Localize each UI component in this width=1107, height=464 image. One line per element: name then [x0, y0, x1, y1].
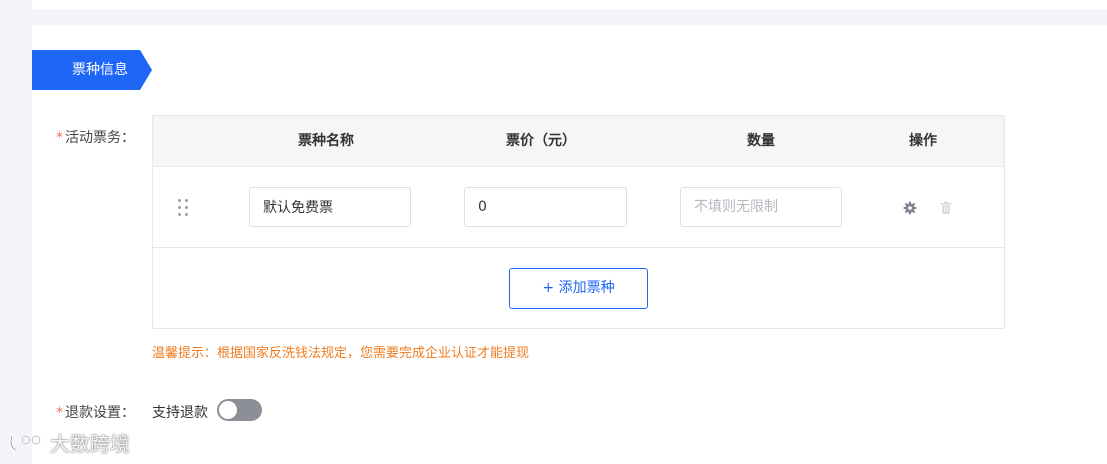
watermark-logo-icon: [9, 434, 42, 451]
support-refund-label: 支持退款: [152, 405, 208, 421]
toggle-knob: [219, 401, 237, 419]
column-header-quantity: 数量: [747, 133, 775, 149]
required-mark: *: [56, 130, 63, 146]
refund-form-label: * 退款设置：: [56, 402, 135, 422]
ticket-quantity-input[interactable]: [680, 187, 842, 227]
refund-toggle[interactable]: [217, 399, 262, 421]
column-header-price: 票价（元）: [506, 133, 576, 149]
table-header: 票种名称 票价（元） 数量 操作: [153, 116, 1004, 167]
refund-label-text: 退款设置：: [65, 405, 135, 421]
ticket-name-input[interactable]: [249, 187, 411, 227]
ticket-price-input[interactable]: [464, 187, 627, 227]
watermark-text: 大数跨境: [50, 432, 130, 456]
ticket-table: 票种名称 票价（元） 数量 操作 默认免费票 0 不填则无限制 + 添加票种: [152, 115, 1005, 329]
add-ticket-type-button[interactable]: + 添加票种: [509, 268, 648, 309]
table-row: [153, 167, 1004, 248]
trash-icon[interactable]: [939, 200, 953, 216]
drag-handle-icon[interactable]: [178, 199, 190, 217]
section-tag-ticket-info: 票种信息: [32, 50, 152, 90]
top-card: [32, 0, 1107, 9]
gear-icon[interactable]: [903, 200, 917, 216]
column-header-actions: 操作: [909, 133, 937, 149]
required-mark: *: [56, 405, 63, 421]
column-header-name: 票种名称: [298, 133, 354, 149]
tickets-label-text: 活动票务：: [65, 130, 135, 146]
anti-money-laundering-tip: 温馨提示：根据国家反洗钱法规定，您需要完成企业认证才能提现: [152, 346, 530, 361]
tickets-form-label: * 活动票务：: [56, 127, 135, 147]
watermark: 大数跨境: [8, 428, 130, 457]
